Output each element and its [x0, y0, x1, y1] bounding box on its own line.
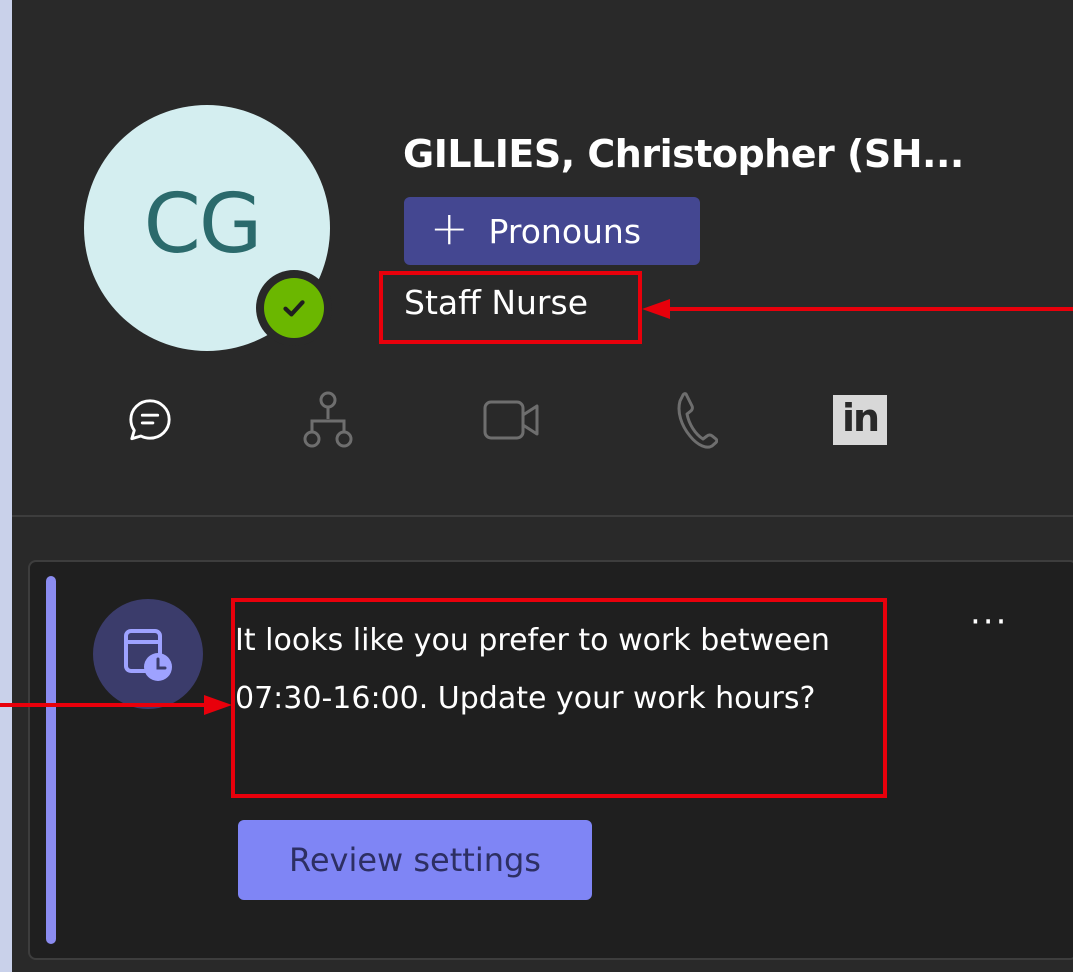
annotation-box-message [231, 598, 887, 798]
profile-name: GILLIES, Christopher (SH... [403, 132, 964, 176]
annotation-arrow-left [0, 695, 232, 715]
screenshot-root: CG GILLIES, Christopher (SH... + Pronoun… [0, 0, 1073, 972]
presence-badge [256, 270, 332, 346]
phone-icon [677, 392, 718, 449]
video-call-button[interactable] [477, 385, 547, 455]
plus-icon: + [430, 201, 469, 255]
section-divider [12, 515, 1073, 517]
video-call-icon [483, 400, 539, 440]
org-chart-icon [303, 391, 353, 448]
org-chart-button[interactable] [293, 385, 363, 455]
contact-actions: in [12, 385, 1073, 455]
linkedin-label: in [841, 396, 880, 440]
linkedin-icon: in [833, 395, 887, 445]
pronouns-label: Pronouns [488, 211, 642, 251]
avatar-initials: CG [143, 176, 263, 272]
annotation-arrow-right [642, 299, 1073, 319]
chat-button[interactable] [115, 385, 185, 455]
annotation-box-job-title [379, 271, 642, 344]
presence-available-icon [264, 278, 324, 338]
linkedin-button[interactable]: in [825, 385, 895, 455]
phone-call-button[interactable] [660, 385, 730, 455]
chat-icon [129, 399, 171, 441]
card-accent-bar [46, 576, 56, 944]
more-options-button[interactable]: ··· [970, 602, 1008, 642]
review-settings-button[interactable]: Review settings [238, 820, 592, 900]
profile-header: CG GILLIES, Christopher (SH... + Pronoun… [12, 0, 1073, 515]
add-pronouns-button[interactable]: + Pronouns [404, 197, 700, 265]
